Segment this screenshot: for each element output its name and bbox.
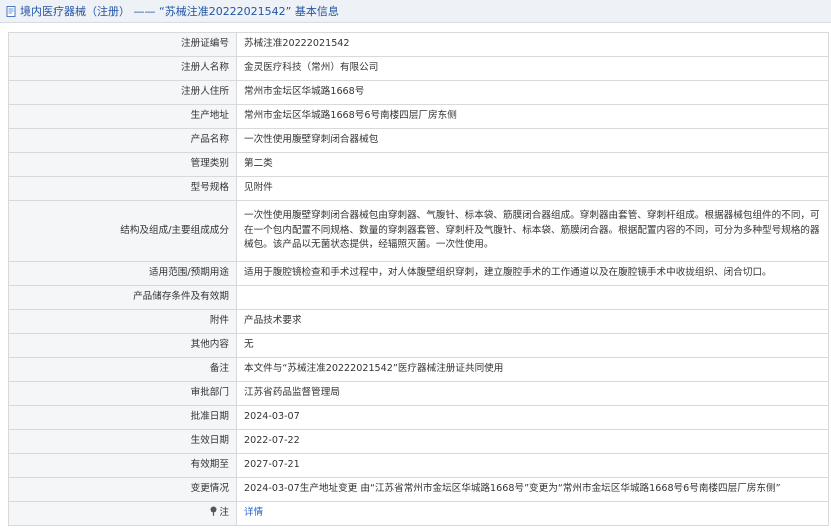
row-label: 附件 — [8, 309, 237, 334]
row-value: 苏械注准20222021542 — [236, 32, 829, 57]
row-label: 生效日期 — [8, 429, 237, 454]
table-row: 其他内容 无 — [8, 333, 829, 358]
table-row: 批准日期 2024-03-07 — [8, 405, 829, 430]
row-value: 一次性使用腹壁穿刺闭合器械包 — [236, 128, 829, 153]
table-row: 备注 本文件与“苏械注准20222021542”医疗器械注册证共同使用 — [8, 357, 829, 382]
row-label: 产品名称 — [8, 128, 237, 153]
table-row: 生产地址 常州市金坛区华城路1668号6号南楼四层厂房东侧 — [8, 104, 829, 129]
row-value: 无 — [236, 333, 829, 358]
table-row: 产品储存条件及有效期 — [8, 285, 829, 310]
row-value: 产品技术要求 — [236, 309, 829, 334]
row-value: 2022-07-22 — [236, 429, 829, 454]
row-label: 型号规格 — [8, 176, 237, 201]
table-row: 变更情况 2024-03-07生产地址变更 由“江苏省常州市金坛区华城路1668… — [8, 477, 829, 502]
row-value: 2024-03-07生产地址变更 由“江苏省常州市金坛区华城路1668号”变更为… — [236, 477, 829, 502]
document-icon — [6, 5, 17, 17]
note-row: 注 详情 — [8, 501, 829, 526]
table-row: 注册人名称 金灵医疗科技（常州）有限公司 — [8, 56, 829, 81]
row-label: 审批部门 — [8, 381, 237, 406]
table-row: 有效期至 2027-07-21 — [8, 453, 829, 478]
row-value: 一次性使用腹壁穿刺闭合器械包由穿刺器、气腹针、标本袋、筋膜闭合器组成。穿刺器由套… — [236, 200, 829, 262]
row-value: 2024-03-07 — [236, 405, 829, 430]
row-label: 生产地址 — [8, 104, 237, 129]
row-label: 结构及组成/主要组成成分 — [8, 200, 237, 262]
details-link[interactable]: 详情 — [244, 507, 263, 518]
note-value: 详情 — [236, 501, 829, 526]
row-value: 常州市金坛区华城路1668号6号南楼四层厂房东侧 — [236, 104, 829, 129]
row-label: 有效期至 — [8, 453, 237, 478]
table-row: 型号规格 见附件 — [8, 176, 829, 201]
row-value: 第二类 — [236, 152, 829, 177]
table-row: 注册人住所 常州市金坛区华城路1668号 — [8, 80, 829, 105]
table-row: 管理类别 第二类 — [8, 152, 829, 177]
row-label: 产品储存条件及有效期 — [8, 285, 237, 310]
row-value: 适用于腹腔镜检查和手术过程中，对人体腹壁组织穿刺，建立腹腔手术的工作通道以及在腹… — [236, 261, 829, 286]
row-label: 适用范围/预期用途 — [8, 261, 237, 286]
row-value: 金灵医疗科技（常州）有限公司 — [236, 56, 829, 81]
table-row: 附件 产品技术要求 — [8, 309, 829, 334]
row-value: 2027-07-21 — [236, 453, 829, 478]
pin-icon — [209, 506, 218, 517]
row-value: 见附件 — [236, 176, 829, 201]
page-title: 境内医疗器械（注册） —— “苏械注准20222021542” 基本信息 — [20, 5, 339, 18]
note-label: 注 — [219, 507, 229, 519]
row-label: 注册人住所 — [8, 80, 237, 105]
note-label-cell: 注 — [8, 501, 237, 526]
row-value: 江苏省药品监督管理局 — [236, 381, 829, 406]
table-row: 结构及组成/主要组成成分 一次性使用腹壁穿刺闭合器械包由穿刺器、气腹针、标本袋、… — [8, 200, 829, 262]
row-label: 批准日期 — [8, 405, 237, 430]
row-value: 本文件与“苏械注准20222021542”医疗器械注册证共同使用 — [236, 357, 829, 382]
row-label: 备注 — [8, 357, 237, 382]
row-label: 其他内容 — [8, 333, 237, 358]
row-label: 管理类别 — [8, 152, 237, 177]
table-row: 注册证编号 苏械注准20222021542 — [8, 32, 829, 57]
row-label: 变更情况 — [8, 477, 237, 502]
row-label: 注册证编号 — [8, 32, 237, 57]
detail-table: 注册证编号 苏械注准20222021542 注册人名称 金灵医疗科技（常州）有限… — [8, 32, 829, 526]
table-row: 适用范围/预期用途 适用于腹腔镜检查和手术过程中，对人体腹壁组织穿刺，建立腹腔手… — [8, 261, 829, 286]
table-row: 生效日期 2022-07-22 — [8, 429, 829, 454]
row-value: 常州市金坛区华城路1668号 — [236, 80, 829, 105]
row-label: 注册人名称 — [8, 56, 237, 81]
title-bar: 境内医疗器械（注册） —— “苏械注准20222021542” 基本信息 — [0, 0, 831, 23]
table-row: 产品名称 一次性使用腹壁穿刺闭合器械包 — [8, 128, 829, 153]
table-row: 审批部门 江苏省药品监督管理局 — [8, 381, 829, 406]
row-value — [236, 285, 829, 310]
